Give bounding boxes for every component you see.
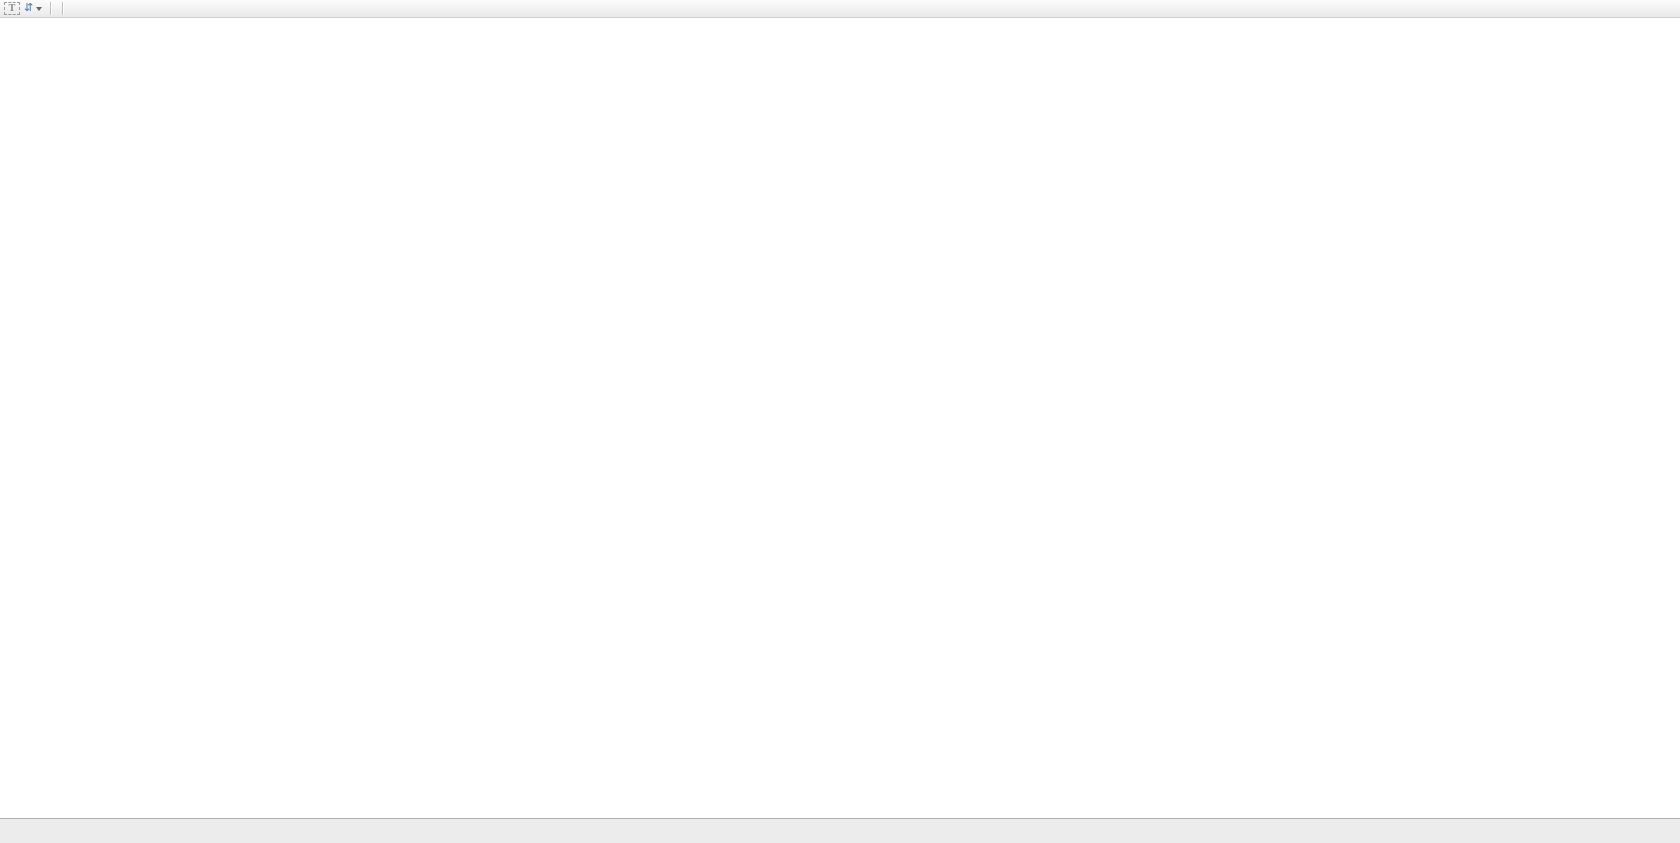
toolbar: T ⇵ — [0, 0, 1680, 18]
toolbar-separator — [50, 2, 53, 15]
text-tool-icon: T — [8, 3, 16, 14]
chart-tabs-bar — [0, 818, 1680, 843]
arrows-tool-icon: ⇵ — [24, 2, 34, 14]
dropdown-caret-icon — [36, 6, 43, 11]
text-tool-button[interactable]: T — [4, 2, 20, 15]
price-chart — [0, 18, 1680, 818]
arrows-tool-button[interactable]: ⇵ — [22, 1, 44, 16]
toolbar-separator — [62, 2, 65, 15]
